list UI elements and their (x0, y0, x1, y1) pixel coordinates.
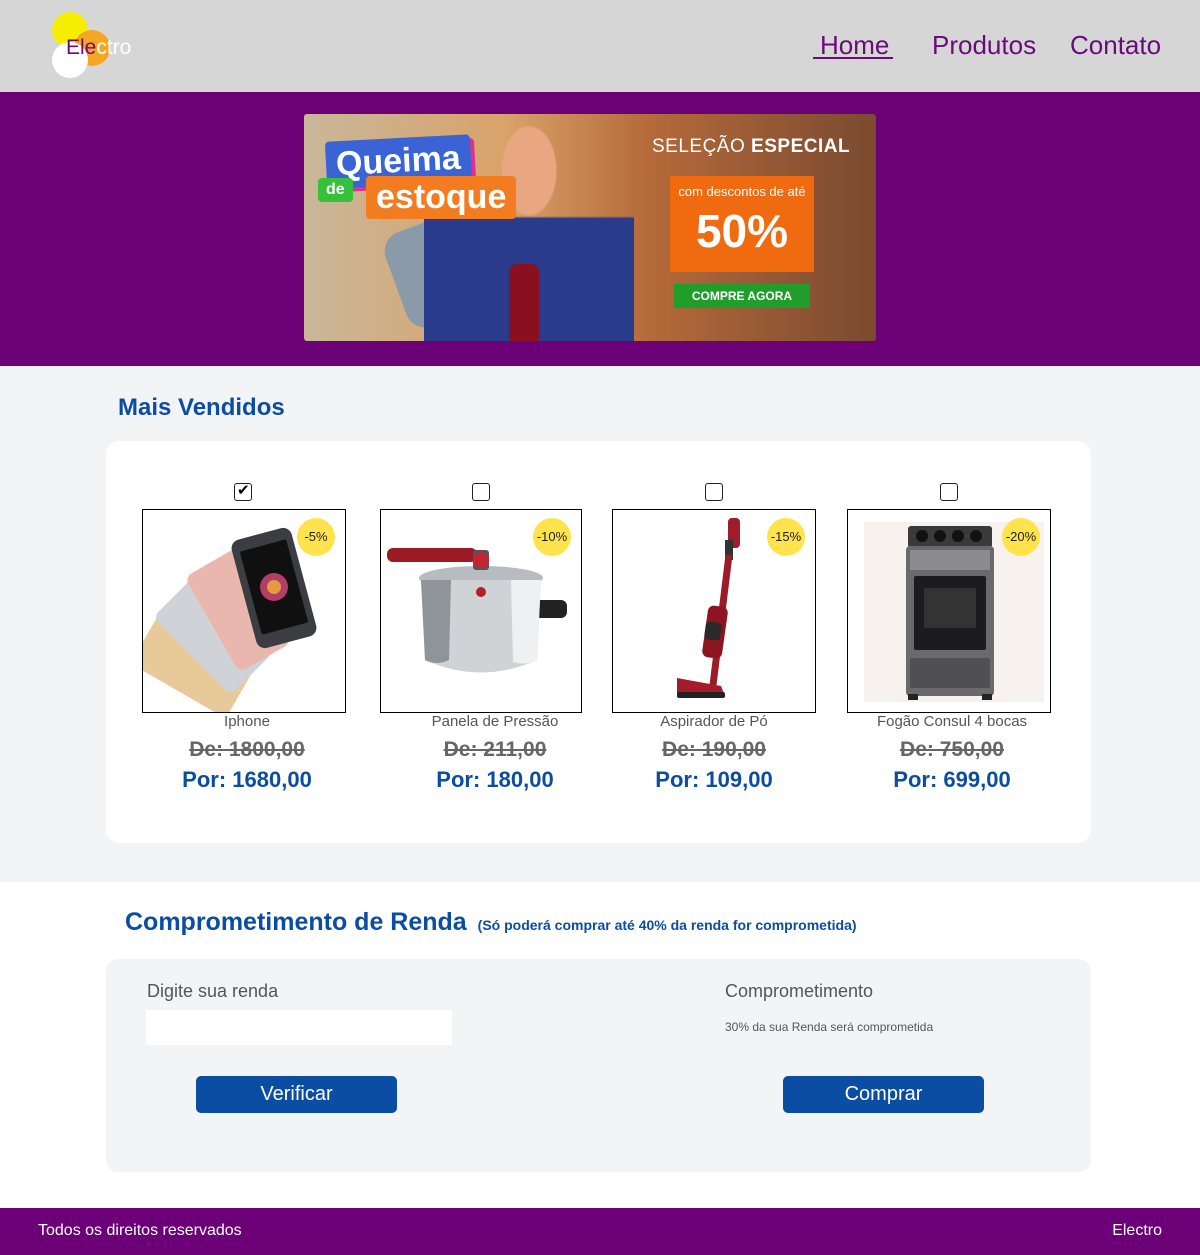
product-name: Aspirador de Pó (660, 713, 768, 730)
product-name: Iphone (224, 713, 270, 730)
discount-badge: -15% (767, 518, 805, 556)
logo-text: Electro (66, 36, 132, 59)
site-footer: Todos os direitos reservados Electro (0, 1208, 1200, 1255)
product-image[interactable]: -15% (612, 509, 816, 713)
banner-bottle (509, 264, 539, 341)
banner-selection: SELEÇÃO ESPECIAL (652, 136, 851, 157)
product-image[interactable]: -20% (847, 509, 1051, 713)
product-new-price: Por: 180,00 (436, 767, 554, 792)
commitment-label: Comprometimento (725, 981, 874, 1001)
product-select-checkbox[interactable] (940, 483, 958, 501)
product-old-price: De: 1800,00 (189, 738, 305, 761)
banner-headline-2: de (318, 178, 353, 202)
product-card: -10% Panela de Pressão De: 211,00 Por: 1… (380, 441, 600, 843)
product-image[interactable]: -5% (142, 509, 346, 713)
product-old-price: De: 750,00 (900, 738, 1004, 761)
product-select-checkbox[interactable] (705, 483, 723, 501)
commitment-result: 30% da sua Renda será comprometida (725, 1020, 934, 1034)
product-select-checkbox[interactable] (234, 481, 252, 501)
footer-rights: Todos os direitos reservados (38, 1222, 242, 1239)
product-new-price: Por: 699,00 (893, 767, 1011, 792)
income-title: Comprometimento de Renda (Só poderá comp… (125, 908, 857, 936)
product-card: -15% Aspirador de Pó De: 190,00 Por: 109… (609, 441, 819, 843)
banner-headline-3: estoque (366, 176, 517, 219)
product-name: Fogão Consul 4 bocas (876, 713, 1028, 730)
product-card: -20% Fogão Consul 4 bocas De: 750,00 Por… (847, 441, 1057, 843)
banner-discount-value: 50% (695, 205, 789, 257)
best-sellers-section: Mais Vendidos -5% Iphone (0, 366, 1200, 882)
footer-brand: Electro (1112, 1222, 1162, 1239)
product-old-price: De: 190,00 (662, 738, 766, 761)
discount-badge: -10% (533, 518, 571, 556)
income-input[interactable] (146, 1010, 452, 1045)
product-card: -5% Iphone De: 1800,00 Por: 1680,00 (142, 441, 352, 843)
nav-contato[interactable]: Contato (1070, 30, 1161, 61)
nav-active-underline (813, 57, 893, 59)
product-new-price: Por: 109,00 (655, 767, 773, 792)
verify-button[interactable]: Verificar (196, 1076, 397, 1113)
discount-badge: -20% (1002, 518, 1040, 556)
logo[interactable]: Electro (50, 10, 150, 82)
promo-banner[interactable]: Queima estoque de SELEÇÃO ESPECIAL com d… (304, 114, 876, 341)
banner-discount-caption: com descontos de até (678, 184, 806, 199)
product-name: Panela de Pressão (431, 713, 559, 730)
product-old-price: De: 211,00 (443, 738, 547, 761)
best-sellers-title: Mais Vendidos (118, 394, 285, 421)
discount-badge: -5% (297, 518, 335, 556)
banner-section: Queima estoque de SELEÇÃO ESPECIAL com d… (0, 92, 1200, 366)
banner-cta-button[interactable]: COMPRE AGORA (674, 284, 810, 308)
products-card: -5% Iphone De: 1800,00 Por: 1680,00 (106, 441, 1091, 843)
nav-produtos[interactable]: Produtos (932, 30, 1036, 61)
site-header: Electro Home Produtos Contato (0, 0, 1200, 92)
income-subtitle: (Só poderá comprar até 40% da renda for … (477, 917, 857, 933)
product-new-price: Por: 1680,00 (182, 767, 312, 792)
buy-button[interactable]: Comprar (783, 1076, 984, 1113)
income-input-label: Digite sua renda (147, 981, 279, 1001)
product-select-checkbox[interactable] (472, 483, 490, 501)
banner-discount-box: com descontos de até 50% (670, 176, 814, 272)
income-form: Digite sua renda Comprometimento 30% da … (106, 959, 1091, 1172)
product-image[interactable]: -10% (380, 509, 582, 713)
